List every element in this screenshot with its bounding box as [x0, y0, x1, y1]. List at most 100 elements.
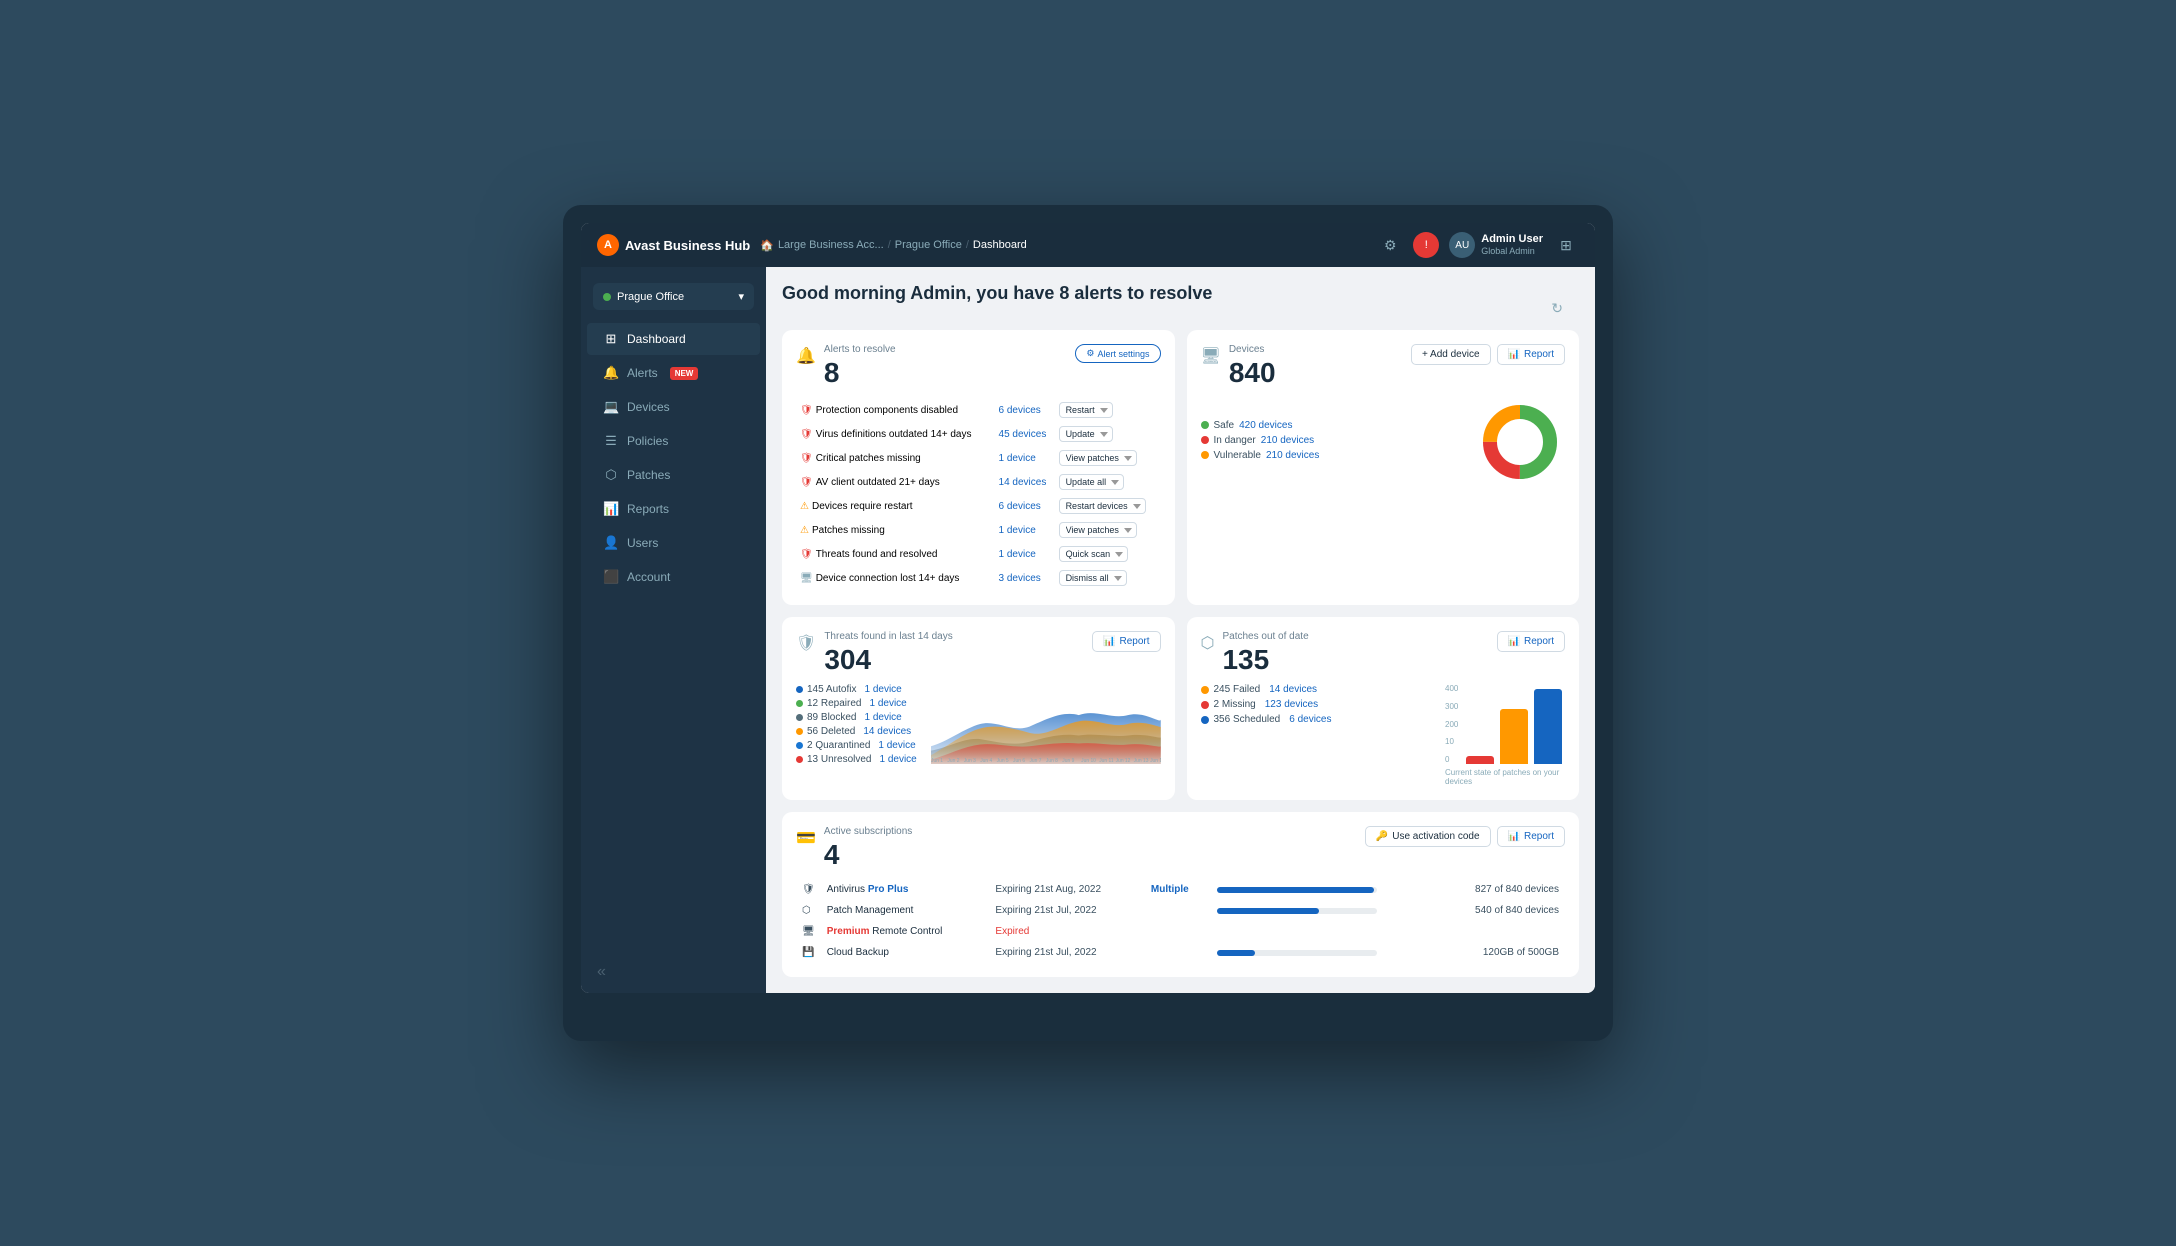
missing-link[interactable]: 123 devices	[1265, 699, 1318, 710]
sidebar-item-dashboard[interactable]: ⊞ Dashboard	[587, 323, 760, 355]
alert-settings-button[interactable]: ⚙ Alert settings	[1075, 344, 1160, 363]
threat-link[interactable]: 1 device	[864, 712, 901, 723]
report-icon: 📊	[1508, 636, 1520, 647]
alert-icon: ⚠	[800, 501, 809, 512]
subs-report-button[interactable]: 📊 Report	[1497, 826, 1565, 847]
threat-link[interactable]: 1 device	[864, 684, 901, 695]
sidebar-item-alerts[interactable]: 🔔 Alerts NEW	[587, 357, 760, 389]
sub-icon: 🖥	[802, 926, 815, 937]
alert-link[interactable]: 1 device	[999, 525, 1036, 536]
svg-text:Jun 2: Jun 2	[947, 758, 959, 764]
sidebar-item-policies[interactable]: ☰ Policies	[587, 425, 760, 457]
alert-action-select[interactable]: Quick scan	[1059, 546, 1128, 562]
sidebar-item-devices[interactable]: 💻 Devices	[587, 391, 760, 423]
threat-link[interactable]: 14 devices	[863, 726, 911, 737]
use-activation-code-button[interactable]: 🔑 Use activation code	[1365, 826, 1491, 847]
content-area: Good morning Admin, you have 8 alerts to…	[766, 267, 1595, 993]
office-selector[interactable]: Prague Office ▾	[593, 283, 754, 310]
alert-action-select[interactable]: Update	[1059, 426, 1113, 442]
alert-link[interactable]: 6 devices	[999, 405, 1041, 416]
svg-text:Jun 1: Jun 1	[931, 758, 943, 764]
breadcrumb-item-3: Dashboard	[973, 239, 1027, 251]
alert-action-select[interactable]: View patches	[1059, 522, 1137, 538]
breadcrumb: 🏠 Large Business Acc... / Prague Office …	[760, 239, 1367, 252]
sub-device-count: 120GB of 500GB	[1438, 942, 1565, 963]
expiry-date: Expiring 21st Jul, 2022	[989, 900, 1145, 921]
threat-link[interactable]: 1 device	[879, 754, 916, 765]
grid-icon-btn[interactable]: ⊞	[1553, 232, 1579, 258]
alert-link[interactable]: 6 devices	[999, 501, 1041, 512]
threat-link[interactable]: 1 device	[869, 698, 906, 709]
sidebar-item-label: Reports	[627, 502, 669, 516]
sidebar-item-account[interactable]: ⬛ Account	[587, 561, 760, 593]
patch-legend-scheduled: 356 Scheduled 6 devices	[1201, 714, 1416, 725]
sub-device-count: 540 of 840 devices	[1438, 900, 1565, 921]
progress-bar-bg	[1217, 887, 1377, 893]
main-layout: Prague Office ▾ ⊞ Dashboard 🔔 Alerts NEW…	[581, 267, 1595, 993]
svg-text:Jun 8: Jun 8	[1046, 758, 1058, 764]
progress-bar-bg	[1217, 908, 1377, 914]
sidebar: Prague Office ▾ ⊞ Dashboard 🔔 Alerts NEW…	[581, 267, 766, 993]
scheduled-link[interactable]: 6 devices	[1289, 714, 1331, 725]
sidebar-item-users[interactable]: 👤 Users	[587, 527, 760, 559]
bar-missing	[1500, 709, 1528, 764]
threat-item: 13 Unresolved 1 device	[796, 754, 917, 765]
alert-link[interactable]: 1 device	[999, 549, 1036, 560]
sidebar-item-patches[interactable]: ⬡ Patches	[587, 459, 760, 491]
policies-icon: ☰	[603, 433, 619, 449]
expiry-date: Expiring 21st Jul, 2022	[989, 942, 1145, 963]
threat-item: 145 Autofix 1 device	[796, 684, 917, 695]
sidebar-item-label: Account	[627, 570, 670, 584]
chevron-down-icon: ▾	[738, 290, 744, 303]
alert-link[interactable]: 45 devices	[999, 429, 1047, 440]
license-type: Multiple	[1151, 884, 1189, 895]
failed-link[interactable]: 14 devices	[1269, 684, 1317, 695]
topbar: A Avast Business Hub 🏠 Large Business Ac…	[581, 223, 1595, 267]
alert-link[interactable]: 3 devices	[999, 573, 1041, 584]
alert-action-select[interactable]: Restart devices	[1059, 498, 1146, 514]
patches-report-button[interactable]: 📊 Report	[1497, 631, 1565, 652]
notification-icon-btn[interactable]: !	[1413, 232, 1439, 258]
alerts-card-label: Alerts to resolve	[824, 344, 896, 355]
threat-item: 89 Blocked 1 device	[796, 712, 917, 723]
devices-report-button[interactable]: 📊 Report	[1497, 344, 1565, 365]
page-title: Good morning Admin, you have 8 alerts to…	[782, 283, 1212, 304]
devices-count: 840	[1229, 357, 1276, 389]
add-device-button[interactable]: + Add device	[1411, 344, 1491, 365]
alert-action-select[interactable]: View patches	[1059, 450, 1137, 466]
alerts-card: 🔔 Alerts to resolve 8 ⚙ Alert settings	[782, 330, 1175, 605]
alert-link[interactable]: 1 device	[999, 453, 1036, 464]
safe-link[interactable]: 420 devices	[1239, 420, 1292, 431]
alert-icon: 🛡	[800, 429, 813, 440]
threat-item: 56 Deleted 14 devices	[796, 726, 917, 737]
alert-action-select[interactable]: Restart	[1059, 402, 1113, 418]
vuln-link[interactable]: 210 devices	[1266, 450, 1319, 461]
svg-text:Jun 3: Jun 3	[964, 758, 976, 764]
alert-link[interactable]: 14 devices	[999, 477, 1047, 488]
alert-action-select[interactable]: Dismiss all	[1059, 570, 1127, 586]
user-name: Admin User	[1481, 232, 1543, 246]
threat-link[interactable]: 1 device	[878, 740, 915, 751]
danger-link[interactable]: 210 devices	[1261, 435, 1314, 446]
sidebar-item-reports[interactable]: 📊 Reports	[587, 493, 760, 525]
sub-icon: ⬡	[802, 905, 811, 916]
settings-icon-btn[interactable]: ⚙	[1377, 232, 1403, 258]
patches-icon: ⬡	[1201, 633, 1215, 653]
patch-bar-chart: 400 300 200 10 0	[1425, 684, 1565, 786]
threat-dot	[796, 742, 803, 749]
account-icon: ⬛	[603, 569, 619, 585]
alerts-badge: NEW	[670, 367, 699, 380]
svg-text:Jun 7: Jun 7	[1029, 758, 1041, 764]
refresh-button[interactable]: ↻	[1551, 300, 1563, 317]
sidebar-item-label: Users	[627, 536, 658, 550]
table-row: ⬡ Patch Management Expiring 21st Jul, 20…	[796, 900, 1565, 921]
alert-action-select[interactable]: Update all	[1059, 474, 1124, 490]
threats-report-button[interactable]: 📊 Report	[1092, 631, 1160, 652]
devices-card: 🖥 Devices 840 + Add device 📊	[1187, 330, 1580, 605]
scheduled-dot	[1201, 716, 1209, 724]
threat-dot	[796, 728, 803, 735]
logo-icon: A	[597, 234, 619, 256]
svg-text:Jun 11: Jun 11	[1099, 758, 1114, 764]
sidebar-collapse-btn[interactable]: «	[581, 951, 766, 993]
patch-legend-missing: 2 Missing 123 devices	[1201, 699, 1416, 710]
